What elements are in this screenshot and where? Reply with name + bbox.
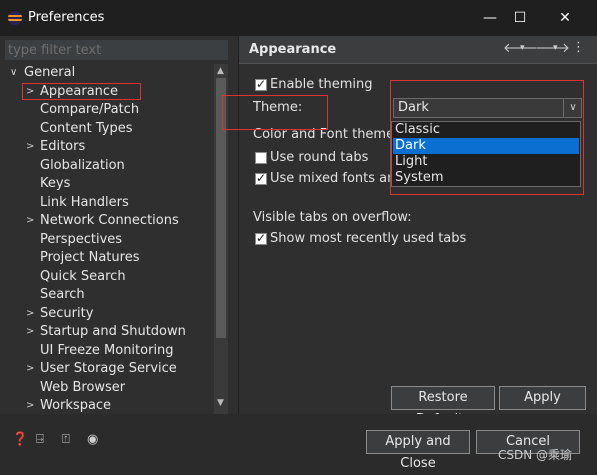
filter-input[interactable] — [5, 40, 228, 60]
chevron-right-icon[interactable]: > — [26, 305, 34, 323]
apply-button[interactable]: Apply — [499, 386, 586, 410]
tree-item-label: Globalization — [40, 158, 125, 173]
export-icon[interactable]: ⍐ — [62, 432, 78, 448]
tree-item-label: Security — [40, 306, 94, 321]
help-icon[interactable]: ❓ — [12, 432, 28, 448]
import-icon[interactable]: ⍈ — [36, 432, 52, 448]
tree-item-label: General — [24, 65, 76, 80]
tree-item-label: UI Freeze Monitoring — [40, 343, 174, 358]
eclipse-logo-icon — [8, 11, 22, 25]
back-menu-chevron-icon[interactable]: ▾ — [520, 43, 525, 53]
page-header: Appearance 🡐 ▾ 🡒 ▾ ⋮ — [239, 36, 597, 64]
show-mru-tabs-checkbox[interactable] — [255, 231, 267, 245]
show-mru-tabs-label: Show most recently used tabs — [270, 231, 467, 246]
enable-theming-checkbox[interactable] — [255, 77, 267, 91]
enable-theming-label: Enable theming — [270, 77, 373, 92]
tree-item-compare-patch[interactable]: Compare/Patch — [40, 101, 139, 119]
tree-item-keys[interactable]: Keys — [40, 175, 70, 193]
highlight-box-theme — [222, 95, 328, 130]
tree-item-label: Startup and Shutdown — [40, 324, 186, 339]
chevron-down-icon[interactable]: ∨ — [10, 64, 18, 82]
use-round-tabs-checkbox[interactable] — [255, 152, 267, 164]
visible-tabs-label: Visible tabs on overflow: — [253, 210, 412, 225]
chevron-right-icon[interactable]: > — [26, 360, 34, 378]
maximize-button[interactable]: ☐ — [500, 4, 540, 32]
use-round-tabs-label: Use round tabs — [270, 150, 369, 165]
scroll-down-icon[interactable]: ▼ — [217, 398, 224, 408]
tree-item-search[interactable]: Search — [40, 286, 85, 304]
tree-item-label: Editors — [40, 139, 86, 154]
tree-item-quick-search[interactable]: Quick Search — [40, 268, 126, 286]
tree-item-label: User Storage Service — [40, 361, 177, 376]
tree-item-link-handlers[interactable]: Link Handlers — [40, 194, 129, 212]
tree-item-project-natures[interactable]: Project Natures — [40, 249, 139, 267]
tree-item-label: Compare/Patch — [40, 102, 140, 117]
tree-item-label: Perspectives — [40, 232, 123, 247]
tree-item-content-types[interactable]: Content Types — [40, 120, 132, 138]
record-icon[interactable]: ◉ — [87, 432, 103, 448]
tree-item-label: Keys — [40, 176, 71, 191]
chevron-right-icon[interactable]: > — [26, 138, 34, 156]
apply-and-close-button[interactable]: Apply and Close — [366, 430, 470, 471]
highlight-box-theme-dropdown — [390, 80, 584, 195]
chevron-right-icon[interactable]: > — [26, 323, 34, 341]
use-mixed-fonts-label: Use mixed fonts and — [270, 171, 404, 186]
tree-item-label: Project Natures — [40, 250, 140, 265]
tree-item-label: Search — [40, 287, 85, 302]
restore-defaults-button[interactable]: Restore Defaults — [391, 386, 495, 427]
tree-item-label: Quick Search — [40, 269, 126, 284]
forward-menu-chevron-icon[interactable]: ▾ — [553, 43, 558, 53]
title-bar: Preferences — ☐ ✕ — [0, 0, 597, 36]
chevron-right-icon[interactable]: > — [26, 212, 34, 230]
window-title: Preferences — [28, 10, 105, 25]
tree-item-label: Workspace — [40, 398, 112, 413]
highlight-box-appearance — [22, 83, 141, 100]
tree-item-label: Network Connections — [40, 213, 179, 228]
tree-item-globalization[interactable]: Globalization — [40, 157, 125, 175]
chevron-right-icon[interactable]: > — [26, 397, 34, 415]
watermark-text: CSDN @乘瑜 — [498, 448, 573, 462]
use-mixed-fonts-checkbox[interactable] — [255, 171, 267, 185]
tree-item-perspectives[interactable]: Perspectives — [40, 231, 122, 249]
page-title: Appearance — [249, 42, 337, 57]
scroll-up-icon[interactable]: ▲ — [217, 66, 224, 76]
tree-item-label: Content Types — [40, 121, 133, 136]
tree-item-ui-freeze-monitoring[interactable]: UI Freeze Monitoring — [40, 342, 174, 360]
tree-item-label: Link Handlers — [40, 195, 129, 210]
tree-item-label: Web Browser — [40, 380, 126, 395]
tree-item-web-browser[interactable]: Web Browser — [40, 379, 125, 397]
close-button[interactable]: ✕ — [545, 4, 585, 32]
view-menu-icon[interactable]: ⋮ — [572, 40, 585, 55]
